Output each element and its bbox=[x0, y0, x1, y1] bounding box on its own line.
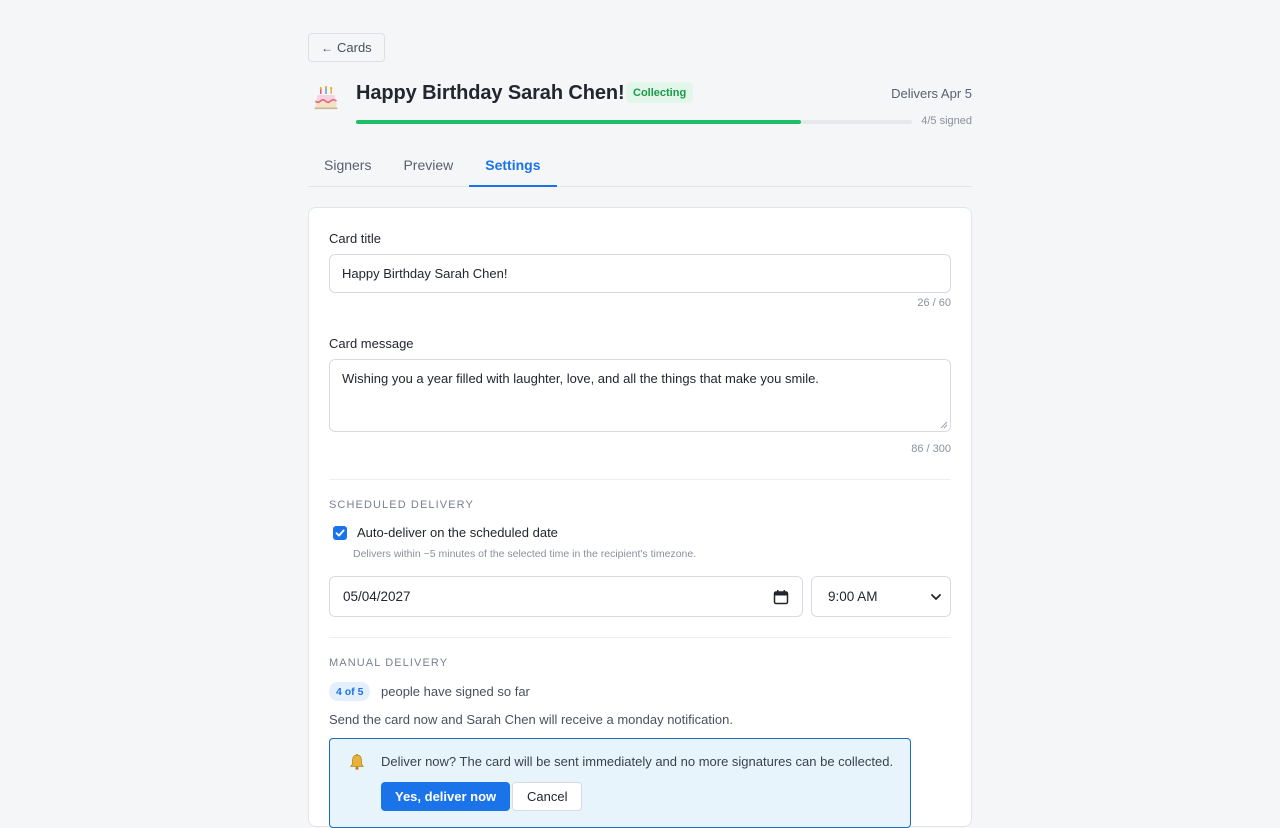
bell-icon bbox=[350, 753, 364, 770]
send-now-description: Send the card now and Sarah Chen will re… bbox=[329, 712, 733, 727]
deliver-now-warning: Deliver now? The card will be sent immed… bbox=[381, 754, 894, 769]
auto-deliver-helper: Delivers within ~5 minutes of the select… bbox=[353, 548, 697, 560]
card-header: Happy Birthday Sarah Chen! Collecting De… bbox=[308, 80, 972, 130]
chevron-down-icon bbox=[931, 594, 941, 600]
page-title: Happy Birthday Sarah Chen! bbox=[356, 82, 625, 104]
cancel-button[interactable]: Cancel bbox=[512, 782, 583, 811]
confirm-deliver-button[interactable]: Yes, deliver now bbox=[381, 782, 511, 811]
delivery-date-input[interactable]: 05/04/2027 bbox=[329, 576, 803, 617]
manual-delivery-heading: MANUAL DELIVERY bbox=[329, 657, 449, 669]
delivery-time-value: 9:00 AM bbox=[828, 589, 878, 604]
card-message-textarea[interactable]: Wishing you a year filled with laughter,… bbox=[329, 359, 951, 432]
scheduled-delivery-heading: SCHEDULED DELIVERY bbox=[329, 499, 474, 511]
auto-deliver-label[interactable]: Auto-deliver on the scheduled date bbox=[357, 525, 558, 540]
card-message-counter: 86 / 300 bbox=[911, 443, 951, 455]
settings-panel: Card title Happy Birthday Sarah Chen! 26… bbox=[308, 207, 972, 828]
delivery-time-select[interactable]: 9:00 AM bbox=[811, 576, 951, 617]
signed-count-badge: 4 of 5 bbox=[329, 682, 371, 701]
divider bbox=[329, 637, 951, 638]
signed-count-text: people have signed so far bbox=[381, 684, 530, 699]
divider bbox=[329, 479, 951, 480]
card-title-counter: 26 / 60 bbox=[917, 297, 951, 309]
delivery-date-value: 05/04/2027 bbox=[343, 589, 411, 604]
arrow-left-icon: ← bbox=[321, 40, 333, 55]
card-message-label: Card message bbox=[329, 336, 414, 351]
back-to-cards-button[interactable]: ← Cards bbox=[308, 33, 385, 62]
signing-progress-fill bbox=[356, 120, 801, 124]
card-title-label: Card title bbox=[329, 231, 382, 246]
calendar-icon[interactable] bbox=[773, 589, 789, 605]
signing-progress-bar bbox=[356, 120, 912, 124]
signed-count: 4/5 signed bbox=[921, 115, 972, 127]
tab-signers[interactable]: Signers bbox=[308, 145, 387, 187]
deliver-now-confirmation: Deliver now? The card will be sent immed… bbox=[329, 738, 911, 828]
card-title-input[interactable]: Happy Birthday Sarah Chen! bbox=[329, 254, 951, 293]
tab-preview[interactable]: Preview bbox=[387, 145, 469, 187]
delivery-date: Delivers Apr 5 bbox=[891, 86, 972, 101]
tab-settings[interactable]: Settings bbox=[469, 145, 557, 187]
auto-deliver-checkbox[interactable] bbox=[333, 526, 347, 540]
birthday-cake-icon bbox=[310, 82, 342, 114]
tab-bar: Signers Preview Settings bbox=[308, 145, 972, 187]
card-message-text: Wishing you a year filled with laughter,… bbox=[342, 371, 819, 386]
status-badge: Collecting bbox=[626, 82, 694, 103]
resize-grip-icon[interactable] bbox=[940, 421, 948, 429]
back-button-label: Cards bbox=[337, 40, 372, 55]
checkmark-icon bbox=[335, 529, 345, 537]
